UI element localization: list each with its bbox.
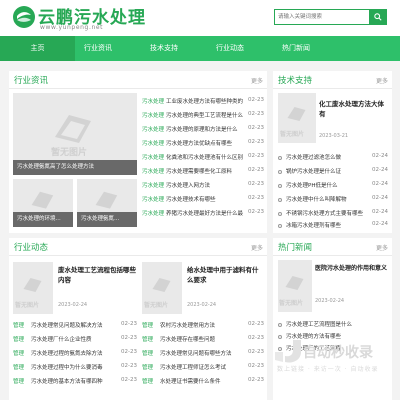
feature-thumb[interactable]: 暂无图片 [278, 260, 312, 312]
list-item[interactable]: 锅炉污水处理是什么证 02-24 [278, 167, 388, 178]
site-header: 云鹏污水处理 www.yunpeng.net [0, 0, 400, 36]
list-item[interactable]: 污水处理 污水处理需要哪些化工原料 02-23 [142, 167, 264, 178]
thumb-caption[interactable]: 污水处理氨氮高了怎么处理方法 [13, 160, 137, 175]
panel-header: 行业动态 更多 [9, 238, 267, 256]
panel-header: 热门新闻 更多 [273, 238, 392, 256]
panel-title: 技术支持 [278, 76, 313, 86]
j-logo-icon [275, 340, 301, 363]
image-placeholder-icon [95, 191, 118, 209]
more-link[interactable]: 更多 [251, 243, 263, 252]
feature-title[interactable]: 化工废水处理方法大体有 [319, 99, 389, 119]
image-placeholder-icon [31, 191, 54, 209]
feature-date-1: 2023-02-24 [58, 302, 88, 308]
list-item[interactable]: 污水处理 污水处理的典型工艺流程是什么 02-23 [142, 111, 264, 122]
image-placeholder-icon [285, 276, 304, 290]
list-item[interactable]: 污水处理 污水处理技术有哪些 02-23 [142, 195, 264, 206]
search-icon [373, 13, 382, 21]
panel-title: 行业资讯 [14, 76, 49, 86]
feature-thumb[interactable]: 暂无图片 [278, 93, 316, 143]
list-item[interactable]: 污水处理工艺流程图是什么 [278, 320, 388, 331]
list-item[interactable]: 管理 污水处理过程的氨氮去除方法 02-23 [13, 349, 137, 360]
list-item[interactable]: 污水处理 污水处理的原理和方法是什么 02-23 [142, 125, 264, 136]
feature-thumb-2[interactable]: 暂无图片 [142, 262, 182, 314]
list-item[interactable]: 污水处理 化粪池和污水处理池有什么区别 02-23 [142, 153, 264, 164]
feature-title-2[interactable]: 给水处理中用于滤料有什么要求 [187, 265, 263, 285]
feature-thumb-1[interactable]: 暂无图片 [13, 262, 53, 314]
list-item[interactable]: 不锈钢污水处理方式主要有哪些 02-24 [278, 209, 388, 220]
nav-item-home[interactable]: 主页 [0, 36, 75, 61]
industry-news-panel: 行业资讯 更多 暂无图片 污水处理氨氮高了怎么处理方法 污水处理的环境... 污… [9, 71, 267, 233]
bullet-icon [278, 224, 282, 228]
logo-url: www.yunpeng.net [40, 24, 104, 31]
list-item[interactable]: 管理 农村污水处理常用方法 02-23 [142, 321, 264, 332]
panel-header: 行业资讯 更多 [9, 71, 267, 89]
more-link[interactable]: 更多 [251, 76, 263, 85]
search-input[interactable] [275, 10, 370, 24]
water-drop-icon [13, 6, 35, 28]
bullet-icon [278, 156, 282, 160]
bullet-icon [278, 212, 282, 216]
more-link[interactable]: 更多 [376, 243, 388, 252]
list-item[interactable]: 管理 水处理证书需要什么条件 02-23 [142, 377, 264, 388]
list-item[interactable]: 污水处理过滤池怎么做 02-24 [278, 153, 388, 164]
list-item[interactable]: 污水处理 养猪污水处理最好方法是什么最 02-23 [142, 209, 264, 220]
hot-news-panel: 热门新闻 更多 暂无图片 医院污水处理的作用和意义 2023-02-24 污水处… [273, 238, 392, 400]
feature-date-2: 2023-02-24 [187, 302, 217, 308]
feature-date: 2023-03-21 [319, 133, 349, 139]
image-placeholder-icon [55, 115, 91, 143]
list-item[interactable]: 污水处理PH低是什么 02-24 [278, 181, 388, 192]
list-item[interactable]: 冰箱污水处理剂有哪些 02-24 [278, 221, 388, 232]
search-box [274, 9, 387, 25]
list-item[interactable]: 污水处理 污水处理方法优缺点有哪些 02-23 [142, 139, 264, 150]
nav-item-tech-support[interactable]: 技术支持 [141, 36, 187, 61]
bullet-icon [278, 184, 282, 188]
tech-support-panel: 技术支持 更多 暂无图片 化工废水处理方法大体有 2023-03-21 污水处理… [273, 71, 392, 233]
panel-header: 技术支持 更多 [273, 71, 392, 89]
ad-banner-text[interactable]: 自动秒收录 [303, 342, 373, 362]
list-item[interactable]: 管理 污水处理常见问题及解决方法 02-23 [13, 321, 137, 332]
main-nav: 主页 行业资讯 技术支持 行业动态 热门新闻 [0, 36, 400, 61]
thumb-small-2[interactable]: 污水处理氨氮... [77, 179, 137, 227]
watermark: 暂无图片 [51, 148, 88, 158]
list-item[interactable]: 管理 污水处理厂什么企业性质 02-23 [13, 335, 137, 346]
thumb-caption[interactable]: 污水处理的环境... [13, 212, 73, 227]
feature-title[interactable]: 医院污水处理的作用和意义 [315, 264, 389, 274]
thumb-small-1[interactable]: 污水处理的环境... [13, 179, 73, 227]
image-placeholder-icon [287, 107, 306, 121]
bullet-icon [278, 198, 282, 202]
nav-item-industry-news[interactable]: 行业资讯 [75, 36, 121, 61]
nav-item-industry-dynamic[interactable]: 行业动态 [207, 36, 253, 61]
thumb-caption[interactable]: 污水处理氨氮... [77, 212, 137, 227]
list-item[interactable]: 管理 污水处理的基本方法有哪四种 02-23 [13, 377, 137, 388]
list-item[interactable]: 污水处理 工业废水处理方法有哪些种类的 02-23 [142, 97, 264, 108]
panel-title: 行业动态 [14, 243, 49, 253]
panel-title: 热门新闻 [278, 243, 313, 253]
nav-item-hot-news[interactable]: 热门新闻 [273, 36, 319, 61]
thumb-main[interactable]: 暂无图片 污水处理氨氮高了怎么处理方法 [13, 93, 137, 175]
list-item[interactable]: 管理 污水处理常见问题有哪些方法 02-23 [142, 349, 264, 360]
industry-dynamic-panel: 行业动态 更多 暂无图片 废水处理工艺流程包括哪些内容 2023-02-24 暂… [9, 238, 267, 400]
image-placeholder-icon [152, 278, 171, 292]
image-placeholder-icon [23, 278, 42, 292]
feature-date: 2023-02-24 [315, 298, 345, 304]
bullet-icon [278, 170, 282, 174]
list-item[interactable]: 污水处理中什么叫降解物 02-24 [278, 195, 388, 206]
search-button[interactable] [369, 10, 386, 24]
site-logo[interactable]: 云鹏污水处理 www.yunpeng.net [12, 3, 152, 33]
list-item[interactable]: 管理 污水处理存在哪些问题 02-23 [142, 335, 264, 346]
bullet-icon [278, 323, 282, 327]
feature-title-1[interactable]: 废水处理工艺流程包括哪些内容 [58, 265, 136, 285]
list-item[interactable]: 管理 污水处理工程师证怎么考试 02-23 [142, 363, 264, 374]
list-item[interactable]: 管理 污水处理过程中为什么要消毒 02-23 [13, 363, 137, 374]
ad-banner-subtext: 数上链接 · 来访一次 · 自动收录 [277, 366, 379, 373]
more-link[interactable]: 更多 [376, 76, 388, 85]
list-item[interactable]: 污水处理 污水处理入网方法 02-23 [142, 181, 264, 192]
